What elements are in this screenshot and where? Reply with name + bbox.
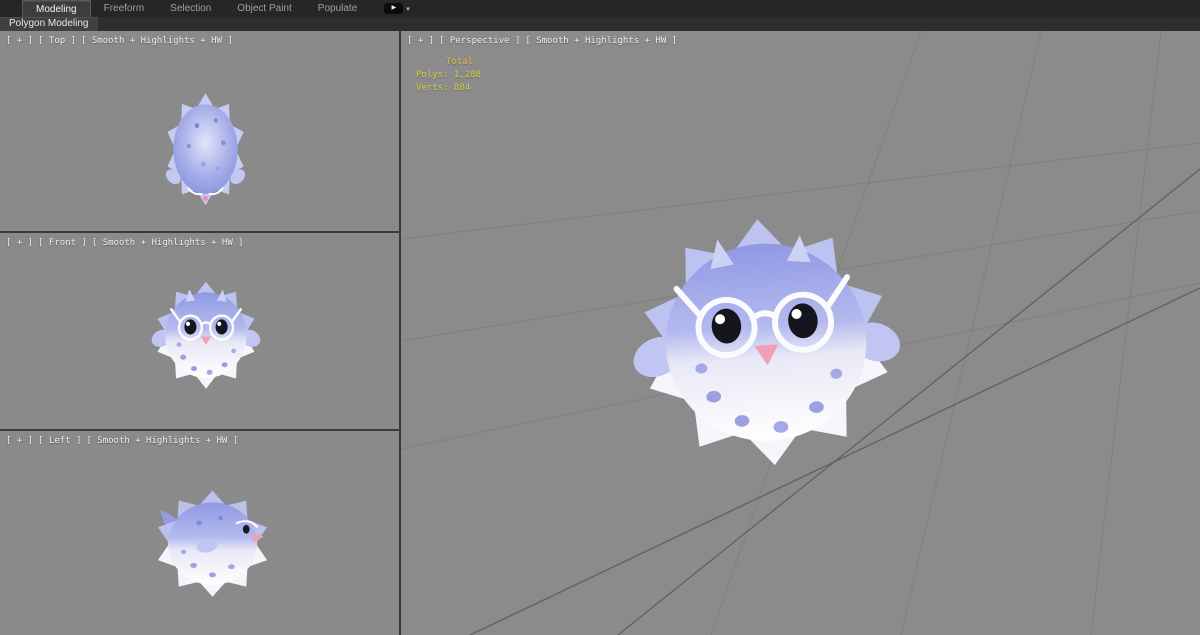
viewport-label: [ + ] [ Perspective ] [ Smooth + Highlig… [407, 36, 677, 46]
ribbon-tab-selection[interactable]: Selection [157, 0, 224, 17]
ribbon-tab-freeform[interactable]: Freeform [91, 0, 158, 17]
subtab-polygon-modeling[interactable]: Polygon Modeling [0, 17, 98, 31]
ribbon-subtab-bar: Polygon Modeling [0, 17, 1200, 31]
viewport-menu-pov[interactable]: [ Top ] [38, 36, 76, 46]
viewport-left-column: [ + ] [ Top ] [ Smooth + Highlights + HW… [0, 31, 399, 635]
media-flyout-button[interactable]: ▶ ▾ [384, 0, 410, 17]
viewport-left[interactable]: [ + ] [ Left ] [ Smooth + Highlights + H… [0, 431, 399, 635]
viewport-workspace: [ + ] [ Top ] [ Smooth + Highlights + HW… [0, 31, 1200, 635]
pufferfish-model-front-view[interactable] [146, 269, 266, 395]
stats-polys: Polys: 1,288 [416, 70, 482, 80]
pufferfish-model-top-view[interactable] [148, 82, 263, 210]
viewport-top[interactable]: [ + ] [ Top ] [ Smooth + Highlights + HW… [0, 31, 399, 231]
chevron-down-icon: ▾ [406, 5, 410, 13]
viewport-menu-shading[interactable]: [ Smooth + Highlights + HW ] [525, 36, 677, 46]
viewport-front[interactable]: [ + ] [ Front ] [ Smooth + Highlights + … [0, 233, 399, 429]
ribbon-tab-bar: Modeling Freeform Selection Object Paint… [0, 0, 1200, 17]
play-icon: ▶ [384, 3, 404, 14]
viewport-menu-pov[interactable]: [ Left ] [38, 436, 81, 446]
viewport-label: [ + ] [ Left ] [ Smooth + Highlights + H… [6, 436, 238, 446]
viewport-menu-general[interactable]: [ + ] [407, 36, 434, 46]
viewport-label: [ + ] [ Front ] [ Smooth + Highlights + … [6, 238, 244, 248]
viewport-menu-shading[interactable]: [ Smooth + Highlights + HW ] [81, 36, 233, 46]
viewport-menu-general[interactable]: [ + ] [6, 238, 33, 248]
ribbon-tab-populate[interactable]: Populate [305, 0, 370, 17]
ribbon-tab-object-paint[interactable]: Object Paint [224, 0, 304, 17]
pufferfish-model-perspective[interactable] [618, 190, 913, 480]
ribbon-tab-modeling[interactable]: Modeling [22, 0, 91, 17]
viewport-menu-general[interactable]: [ + ] [6, 36, 33, 46]
pufferfish-model-left-view[interactable] [145, 478, 280, 603]
viewport-statistics: Total Polys: 1,288 Verts: 884 [416, 56, 481, 95]
viewport-menu-shading[interactable]: [ Smooth + Highlights + HW ] [86, 436, 238, 446]
viewport-perspective[interactable]: [ + ] [ Perspective ] [ Smooth + Highlig… [401, 31, 1200, 635]
viewport-label: [ + ] [ Top ] [ Smooth + Highlights + HW… [6, 36, 233, 46]
viewport-menu-pov[interactable]: [ Front ] [38, 238, 87, 248]
viewport-menu-pov[interactable]: [ Perspective ] [439, 36, 520, 46]
stats-total-label: Total [446, 57, 474, 67]
viewport-menu-shading[interactable]: [ Smooth + Highlights + HW ] [92, 238, 244, 248]
stats-verts: Verts: 884 [416, 83, 471, 93]
viewport-menu-general[interactable]: [ + ] [6, 436, 33, 446]
